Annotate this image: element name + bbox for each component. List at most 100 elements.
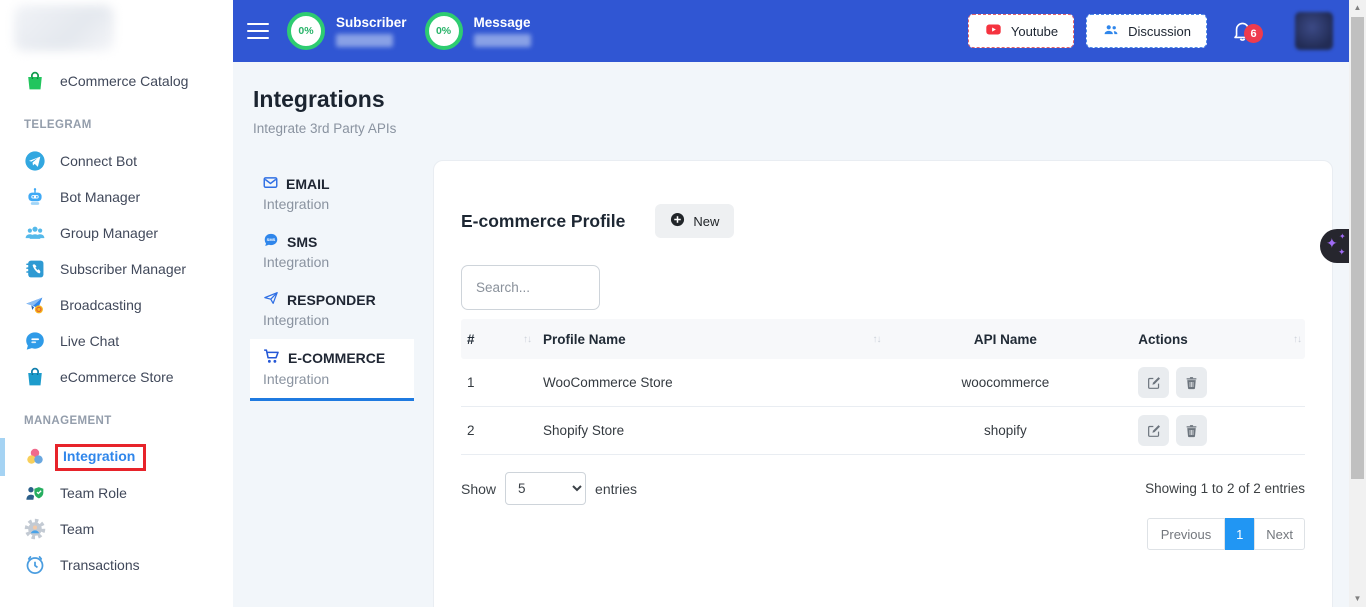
sidebar-section-telegram: TELEGRAM: [24, 119, 233, 131]
ecommerce-profile-card: E-commerce Profile New # ↑↓ Profile Name ↑…: [433, 160, 1333, 607]
integration-subnav: EMAIL Integration SMS SMS Integration RE…: [250, 166, 414, 401]
api-name-cell: shopify: [984, 423, 1027, 438]
tab-sub-label: Integration: [263, 196, 401, 212]
entries-label: entries: [595, 481, 637, 497]
sort-icon[interactable]: ↑↓: [523, 334, 531, 345]
topbar: 0% Subscriber 0% Message Youtube Discuss…: [233, 0, 1349, 62]
sidebar-item-transactions[interactable]: Transactions: [0, 547, 233, 583]
message-stat-label: Message: [474, 15, 531, 30]
tab-sms-integration[interactable]: SMS SMS Integration: [250, 223, 414, 281]
sidebar-item-ecommerce-catalog[interactable]: eCommerce Catalog: [0, 63, 233, 99]
edit-icon: [1146, 375, 1162, 391]
sidebar-item-bot-manager[interactable]: Bot Manager: [0, 179, 233, 215]
sidebar-item-integration[interactable]: Integration: [0, 439, 233, 475]
tab-responder-integration[interactable]: RESPONDER Integration: [250, 281, 414, 339]
row-number: 2: [467, 423, 475, 438]
column-header-profile-name[interactable]: Profile Name: [543, 332, 626, 347]
tab-sub-label: Integration: [263, 254, 401, 270]
message-progress-ring: 0%: [425, 12, 463, 50]
entries-per-page-select[interactable]: 5: [505, 472, 586, 505]
svg-text:SMS: SMS: [267, 237, 276, 242]
paper-plane-coin-icon: [24, 294, 46, 316]
shopping-bag-green-icon: [24, 70, 46, 92]
sidebar-item-label: eCommerce Store: [60, 369, 174, 385]
message-percent: 0%: [436, 25, 451, 37]
page-1-button[interactable]: 1: [1225, 518, 1254, 550]
chat-bubble-icon: [24, 330, 46, 352]
tab-name: E-COMMERCE: [288, 350, 385, 366]
envelope-icon: [263, 175, 278, 193]
tab-name: RESPONDER: [287, 292, 376, 308]
tab-name: SMS: [287, 234, 317, 250]
main-content: Integrations Integrate 3rd Party APIs EM…: [233, 62, 1349, 607]
sidebar-item-label: Subscriber Manager: [60, 261, 186, 277]
plus-circle-icon: [670, 212, 685, 230]
column-header-api-name[interactable]: API Name: [974, 332, 1037, 347]
sidebar-item-group-manager[interactable]: Group Manager: [0, 215, 233, 251]
sidebar-item-live-chat[interactable]: Live Chat: [0, 323, 233, 359]
paper-plane-icon: [263, 290, 279, 309]
sidebar-item-connect-bot[interactable]: Connect Bot: [0, 143, 233, 179]
pagination: Previous 1 Next: [461, 518, 1305, 550]
edit-button[interactable]: [1138, 415, 1169, 446]
subscriber-stat-label: Subscriber: [336, 15, 407, 30]
trash-icon: [1184, 423, 1199, 439]
tab-sub-label: Integration: [263, 371, 401, 387]
column-header-actions[interactable]: Actions: [1138, 332, 1188, 347]
users-group-icon: [24, 222, 46, 244]
edit-button[interactable]: [1138, 367, 1169, 398]
profile-name-cell: Shopify Store: [543, 423, 624, 438]
message-value-blurred: [474, 34, 531, 47]
panel-title: E-commerce Profile: [461, 211, 625, 232]
new-button-label: New: [693, 214, 719, 229]
hamburger-menu-icon[interactable]: [247, 18, 269, 44]
new-profile-button[interactable]: New: [655, 204, 734, 238]
scrollbar-up-arrow[interactable]: ▲: [1349, 0, 1366, 16]
tab-email-integration[interactable]: EMAIL Integration: [250, 166, 414, 223]
trash-icon: [1184, 375, 1199, 391]
delete-button[interactable]: [1176, 415, 1207, 446]
sidebar-section-management: MANAGEMENT: [24, 415, 233, 427]
telegram-icon: [24, 150, 46, 172]
tab-ecommerce-integration[interactable]: E-COMMERCE Integration: [250, 339, 414, 401]
sidebar-item-label: Broadcasting: [60, 297, 142, 313]
sidebar-item-label: Live Chat: [60, 333, 119, 349]
notifications-button[interactable]: 6: [1231, 11, 1265, 51]
color-circles-icon: [24, 446, 46, 468]
sparkle-small-icon: ✦: [1339, 233, 1346, 241]
sidebar-item-ecommerce-store[interactable]: eCommerce Store: [0, 359, 233, 395]
discussion-button[interactable]: Discussion: [1086, 14, 1207, 48]
user-avatar[interactable]: [1295, 12, 1333, 50]
youtube-button-label: Youtube: [1011, 24, 1058, 39]
sidebar-item-broadcasting[interactable]: Broadcasting: [0, 287, 233, 323]
gear-user-icon: [24, 518, 46, 540]
sort-icon[interactable]: ↑↓: [1293, 334, 1301, 345]
sidebar-item-subscriber-manager[interactable]: Subscriber Manager: [0, 251, 233, 287]
scrollbar-thumb[interactable]: [1351, 17, 1364, 479]
delete-button[interactable]: [1176, 367, 1207, 398]
sparkles-icon: ✦: [1326, 236, 1338, 250]
table-row: 1 WooCommerce Store woocommerce: [461, 359, 1305, 407]
tab-name: EMAIL: [286, 176, 330, 192]
sms-bubble-icon: SMS: [263, 232, 279, 251]
column-header-num[interactable]: #: [467, 332, 475, 347]
sidebar-item-label: Team Role: [60, 485, 127, 501]
sidebar-item-team-role[interactable]: Team Role: [0, 475, 233, 511]
ai-assistant-button[interactable]: ✦ ✦ ✦: [1320, 229, 1349, 263]
show-label: Show: [461, 481, 496, 497]
sidebar-item-label: Integration: [63, 448, 135, 464]
sort-icon[interactable]: ↑↓: [872, 334, 880, 345]
youtube-button[interactable]: Youtube: [968, 14, 1074, 48]
vertical-scrollbar: ▲ ▼: [1349, 0, 1366, 607]
previous-page-button[interactable]: Previous: [1147, 518, 1226, 550]
page-subtitle: Integrate 3rd Party APIs: [253, 121, 396, 136]
sidebar-item-team[interactable]: Team: [0, 511, 233, 547]
showing-entries-text: Showing 1 to 2 of 2 entries: [1145, 481, 1305, 496]
next-page-button[interactable]: Next: [1254, 518, 1305, 550]
youtube-icon: [984, 22, 1003, 40]
sparkle-small-icon: ✦: [1338, 248, 1346, 257]
search-input[interactable]: [461, 265, 600, 310]
subscriber-progress-ring: 0%: [287, 12, 325, 50]
scrollbar-down-arrow[interactable]: ▼: [1349, 591, 1366, 607]
sidebar: eCommerce Catalog TELEGRAM Connect Bot B…: [0, 0, 233, 607]
